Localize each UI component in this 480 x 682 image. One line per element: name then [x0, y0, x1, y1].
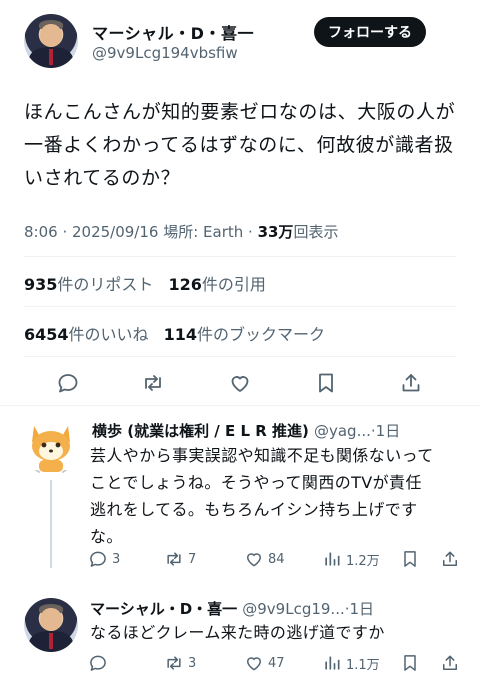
repost-count: 3	[188, 655, 197, 671]
view-label: 回表示	[293, 223, 339, 241]
reply-icon	[88, 653, 108, 673]
like-count: 47	[268, 655, 285, 671]
repost-action[interactable]: 7	[164, 549, 196, 569]
reply-text-line: 逃れをしてる。もちろんイシン持ち上げです	[90, 500, 418, 519]
reply-avatar[interactable]	[24, 418, 78, 476]
repost-icon[interactable]	[141, 371, 165, 395]
reply-author-name[interactable]: マーシャル・D・喜一	[90, 600, 237, 618]
bookmarks-label: 件のブックマーク	[197, 325, 326, 344]
reposts-count: 935	[24, 275, 58, 294]
repost-count: 7	[188, 551, 197, 567]
reply-avatar[interactable]	[24, 598, 78, 652]
analytics-icon	[322, 549, 342, 569]
views-action[interactable]: 1.1万	[322, 653, 380, 673]
quotes-count: 126	[168, 275, 202, 294]
tweet-meta: 8:06 · 2025/09/16 場所: Earth · 33万回表示	[24, 221, 338, 242]
divider	[24, 356, 456, 357]
author-avatar[interactable]	[24, 14, 78, 68]
reply-count: 3	[112, 551, 121, 567]
analytics-icon	[322, 653, 342, 673]
share-icon[interactable]	[399, 371, 423, 395]
bookmarks-stat[interactable]: 114件のブックマーク	[164, 325, 325, 344]
reposts-label: 件のリポスト	[57, 275, 154, 294]
reply-header: 横歩 (就業は権利 / E L R 推進) @yag...·1日	[92, 420, 462, 441]
like-icon	[244, 549, 264, 569]
tweet-text-line: ほんこんさんが知的要素ゼロなのは、大阪の人が	[24, 101, 456, 123]
thread-connector	[50, 480, 52, 568]
author-handle[interactable]: @9v9Lcg194vbsfiw	[92, 44, 238, 62]
reply-text-line: な。	[90, 527, 123, 546]
quotes-label: 件の引用	[201, 275, 266, 294]
share-action[interactable]	[440, 653, 464, 673]
tweet-text-line: いされてるのか？	[24, 167, 181, 189]
like-count: 84	[268, 551, 285, 567]
view-count: 33万	[257, 223, 294, 241]
tweet-text: ほんこんさんが知的要素ゼロなのは、大阪の人が 一番よくわかってるはずなのに、何故…	[24, 96, 464, 195]
likes-stat[interactable]: 6454件のいいね	[24, 325, 149, 344]
reply-text-line: なるほどクレーム来た時の逃げ道ですか	[90, 623, 385, 642]
reply-author-name[interactable]: 横歩 (就業は権利 / E L R 推進)	[92, 422, 309, 440]
like-action[interactable]: 84	[244, 549, 285, 569]
reposts-stat[interactable]: 935件のリポスト	[24, 275, 153, 294]
share-icon	[440, 549, 460, 569]
views-action[interactable]: 1.2万	[322, 549, 380, 569]
likes-label: 件のいいね	[68, 325, 149, 344]
reply-icon[interactable]	[56, 371, 80, 395]
follow-button[interactable]: フォローする	[314, 17, 426, 47]
stats-row-likes: 6454件のいいね 114件のブックマーク	[24, 321, 325, 345]
share-action[interactable]	[440, 549, 464, 569]
like-icon[interactable]	[228, 371, 252, 395]
reply-author-handle[interactable]: @9v9Lcg19...	[242, 600, 344, 618]
reply-author-handle[interactable]: @yag...	[314, 422, 371, 440]
tweet-text-line: 一番よくわかってるはずなのに、何故彼が識者扱	[24, 134, 454, 156]
reply-text-line: ことでしょうね。そうやって関西のTVが責任	[90, 473, 422, 492]
reply-text: なるほどクレーム来た時の逃げ道ですか	[90, 619, 466, 646]
bookmarks-count: 114	[163, 325, 198, 344]
reply-text: 芸人やから事実誤認や知識不足も関係ないって ことでしょうね。そうやって関西のTV…	[90, 442, 466, 550]
share-icon	[440, 653, 460, 673]
stats-row-reposts: 935件のリポスト 126件の引用	[24, 271, 266, 295]
bookmark-icon[interactable]	[314, 371, 338, 395]
view-count: 1.1万	[346, 657, 380, 673]
reply-header: マーシャル・D・喜一 @9v9Lcg19...·1日	[90, 598, 464, 619]
reply-icon	[88, 549, 108, 569]
repost-icon	[164, 549, 184, 569]
tweet-timestamp[interactable]: 8:06 · 2025/09/16 場所: Earth ·	[24, 223, 258, 241]
quotes-stat[interactable]: 126件の引用	[169, 275, 266, 294]
like-action[interactable]: 47	[244, 653, 285, 673]
view-count: 1.2万	[346, 553, 380, 569]
reply-time[interactable]: ·1日	[371, 422, 400, 440]
repost-action[interactable]: 3	[164, 653, 196, 673]
reply-text-line: 芸人やから事実誤認や知識不足も関係ないって	[90, 446, 434, 465]
repost-icon	[164, 653, 184, 673]
reply-time[interactable]: ·1日	[345, 600, 374, 618]
divider	[24, 256, 456, 257]
bookmark-action[interactable]	[400, 549, 424, 569]
bookmark-icon	[400, 653, 420, 673]
bookmark-action[interactable]	[400, 653, 424, 673]
divider	[0, 405, 480, 406]
like-icon	[244, 653, 264, 673]
reply-action[interactable]: 3	[88, 549, 120, 569]
author-name[interactable]: マーシャル・D・喜一	[92, 20, 254, 44]
divider	[24, 306, 456, 307]
likes-count: 6454	[24, 325, 69, 344]
bookmark-icon	[400, 549, 420, 569]
reply-action[interactable]	[88, 653, 112, 673]
